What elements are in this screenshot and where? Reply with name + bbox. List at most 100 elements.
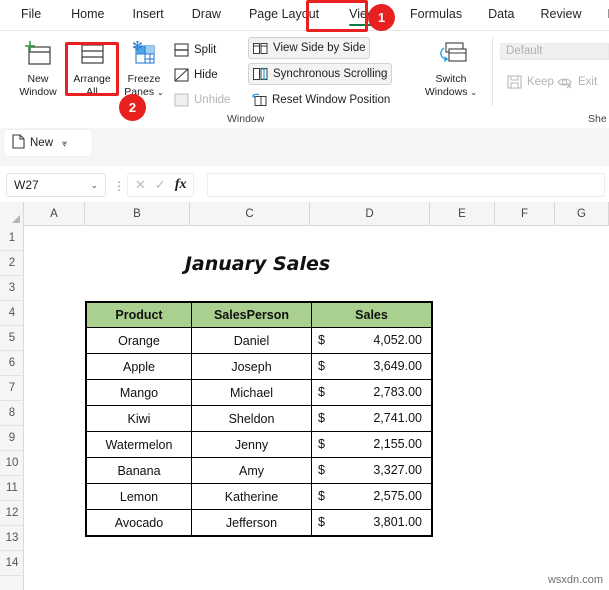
watermark: wsxdn.com	[547, 574, 603, 586]
insert-function-icon[interactable]: fx	[175, 177, 187, 193]
cell-product[interactable]: Apple	[86, 353, 192, 380]
table-row[interactable]: Avocado Jefferson $ 3,801.00	[86, 509, 432, 536]
tab-draw[interactable]: Draw	[183, 2, 230, 28]
chevron-down-icon: ⌄	[157, 87, 164, 97]
new-window-button[interactable]: New Window	[12, 35, 64, 109]
switch-windows-label: Switch Windows ⌄	[424, 73, 478, 98]
formula-bar-grip[interactable]: ⋮	[113, 179, 125, 193]
name-box[interactable]: W27 ⌄	[6, 173, 106, 197]
window-group-label: Window	[227, 113, 265, 125]
save-disk-icon	[507, 75, 522, 89]
sheet-view-default-box[interactable]: Default	[500, 43, 609, 60]
cell-salesperson[interactable]: Sheldon	[191, 405, 312, 432]
row-header-2[interactable]: 2	[0, 251, 24, 276]
arrange-all-button[interactable]: Arrange All	[66, 35, 118, 109]
table-header-row: Product SalesPerson Sales	[86, 302, 432, 328]
row-header-1[interactable]: 1	[0, 226, 24, 251]
cell-sales[interactable]: $ 2,575.00	[311, 483, 432, 510]
row-header-6[interactable]: 6	[0, 351, 24, 376]
cell-product[interactable]: Avocado	[86, 509, 192, 536]
new-file-button[interactable]: New ⩔	[4, 130, 92, 156]
row-header-7[interactable]: 7	[0, 376, 24, 401]
tab-data[interactable]: Data	[479, 2, 523, 28]
cell-sales[interactable]: $ 4,052.00	[311, 327, 432, 354]
new-document-icon	[12, 134, 25, 152]
tab-home[interactable]: Home	[62, 2, 113, 28]
confirm-icon[interactable]: ✓	[155, 177, 166, 193]
excel-window: File Home Insert Draw Page Layout View F…	[0, 0, 609, 590]
synchronous-scrolling-button[interactable]: Synchronous Scrolling	[248, 63, 393, 85]
cell-salesperson[interactable]: Amy	[191, 457, 312, 484]
formula-bar: W27 ⌄ ⋮ ✕ ✓ fx	[0, 170, 609, 200]
tab-page-layout[interactable]: Page Layout	[240, 2, 328, 28]
sheet-title-cell[interactable]: January Sales	[85, 251, 430, 276]
cell-salesperson[interactable]: Jefferson	[191, 509, 312, 536]
row-header-14[interactable]: 14	[0, 551, 24, 576]
cell-product[interactable]: Banana	[86, 457, 192, 484]
tab-label: Page Layout	[248, 7, 320, 21]
table-header-sales[interactable]: Sales	[311, 302, 432, 328]
cell-salesperson[interactable]: Jenny	[191, 431, 312, 458]
row-header-10[interactable]: 10	[0, 451, 24, 476]
table-row[interactable]: Mango Michael $ 2,783.00	[86, 379, 432, 406]
split-button[interactable]: Split	[170, 39, 220, 61]
arrange-all-icon	[77, 39, 107, 69]
table-row[interactable]: Banana Amy $ 3,327.00	[86, 457, 432, 484]
table-row[interactable]: Watermelon Jenny $ 2,155.00	[86, 431, 432, 458]
switch-windows-button[interactable]: Switch Windows ⌄	[419, 35, 483, 109]
column-header-C[interactable]: C	[190, 202, 310, 226]
cell-sales[interactable]: $ 3,327.00	[311, 457, 432, 484]
table-row[interactable]: Apple Joseph $ 3,649.00	[86, 353, 432, 380]
row-header-9[interactable]: 9	[0, 426, 24, 451]
cell-product[interactable]: Orange	[86, 327, 192, 354]
row-header-5[interactable]: 5	[0, 326, 24, 351]
cell-sales[interactable]: $ 3,649.00	[311, 353, 432, 380]
tab-label: Formulas	[410, 7, 463, 21]
column-header-E[interactable]: E	[430, 202, 495, 226]
view-side-by-side-button[interactable]: View Side by Side	[248, 37, 371, 59]
table-row[interactable]: Orange Daniel $ 4,052.00	[86, 327, 432, 354]
row-header-11[interactable]: 11	[0, 476, 24, 501]
sales-amount: 3,649.00	[373, 359, 422, 373]
cell-sales[interactable]: $ 2,783.00	[311, 379, 432, 406]
column-header-F[interactable]: F	[495, 202, 555, 226]
formula-input[interactable]	[207, 173, 605, 197]
cancel-icon[interactable]: ✕	[135, 177, 146, 193]
column-header-G[interactable]: G	[555, 202, 609, 226]
chevron-down-icon[interactable]: ⩔	[62, 138, 67, 149]
column-header-A[interactable]: A	[24, 202, 85, 226]
tab-insert[interactable]: Insert	[124, 2, 173, 28]
cell-sales[interactable]: $ 3,801.00	[311, 509, 432, 536]
cell-salesperson[interactable]: Daniel	[191, 327, 312, 354]
cell-product[interactable]: Mango	[86, 379, 192, 406]
row-header-3[interactable]: 3	[0, 276, 24, 301]
column-header-B[interactable]: B	[85, 202, 190, 226]
tab-review[interactable]: Review	[532, 2, 591, 28]
row-header-8[interactable]: 8	[0, 401, 24, 426]
hide-button[interactable]: Hide	[170, 64, 222, 86]
table-header-product[interactable]: Product	[86, 302, 192, 328]
tab-developer[interactable]: Developer	[599, 2, 609, 28]
cell-salesperson[interactable]: Katherine	[191, 483, 312, 510]
tab-formulas[interactable]: Formulas	[401, 2, 471, 28]
chevron-down-icon[interactable]: ⌄	[90, 180, 98, 191]
keep-button: Keep	[503, 71, 558, 93]
cell-product[interactable]: Watermelon	[86, 431, 192, 458]
tab-file[interactable]: File	[12, 2, 50, 28]
cell-product[interactable]: Kiwi	[86, 405, 192, 432]
cell-sales[interactable]: $ 2,741.00	[311, 405, 432, 432]
cell-salesperson[interactable]: Joseph	[191, 353, 312, 380]
cell-sales[interactable]: $ 2,155.00	[311, 431, 432, 458]
table-row[interactable]: Kiwi Sheldon $ 2,741.00	[86, 405, 432, 432]
cell-salesperson[interactable]: Michael	[191, 379, 312, 406]
reset-window-position-button[interactable]: Reset Window Position	[248, 89, 394, 111]
row-header-4[interactable]: 4	[0, 301, 24, 326]
row-header-12[interactable]: 12	[0, 501, 24, 526]
select-all-corner[interactable]	[0, 202, 24, 226]
column-header-D[interactable]: D	[310, 202, 430, 226]
table-row[interactable]: Lemon Katherine $ 2,575.00	[86, 483, 432, 510]
table-header-salesperson[interactable]: SalesPerson	[191, 302, 312, 328]
cell-product[interactable]: Lemon	[86, 483, 192, 510]
cell-area: January Sales Product SalesPerson Sales …	[24, 226, 609, 590]
row-header-13[interactable]: 13	[0, 526, 24, 551]
